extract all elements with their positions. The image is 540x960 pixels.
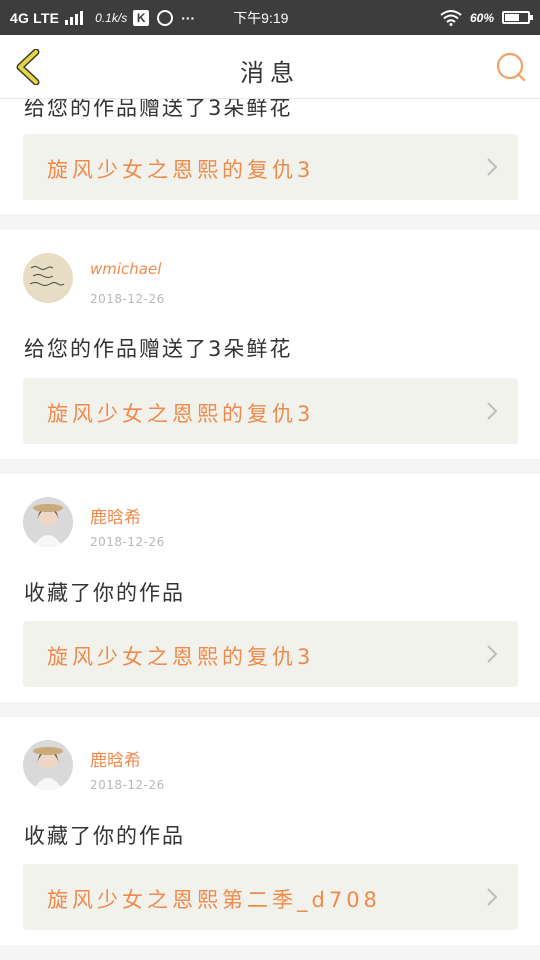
chevron-right-icon (487, 158, 498, 176)
work-title: 旋风少女之恩熙的复仇3 (47, 402, 315, 426)
avatar[interactable] (23, 740, 73, 790)
status-bar: 4G LTE 0.1k/s K ··· 下午9:19 60% (0, 0, 540, 35)
battery-percent: 60% (469, 10, 494, 25)
message-card: wmichael 2018-12-26 给您的作品赠送了3朵鲜花 旋风少女之恩熙… (0, 230, 540, 459)
k-app-icon: K (133, 9, 150, 26)
message-text: 给您的作品赠送了3朵鲜花 (24, 337, 293, 361)
message-card: 鹿晗希 2018-12-26 收藏了你的作品 旋风少女之恩熙的复仇3 (0, 474, 540, 702)
chevron-right-icon (487, 645, 498, 663)
message-list[interactable]: 给您的作品赠送了3朵鲜花 旋风少女之恩熙的复仇3 wmichael 2018-1… (0, 99, 540, 960)
network-type: 4G LTE (10, 9, 60, 26)
work-link[interactable]: 旋风少女之恩熙第二季_d708 (23, 864, 518, 930)
message-date: 2018-12-26 (90, 292, 165, 306)
message-card: 鹿晗希 2018-12-26 收藏了你的作品 旋风少女之恩熙第二季_d708 (0, 717, 540, 945)
work-title: 旋风少女之恩熙第二季_d708 (47, 888, 381, 912)
avatar[interactable] (23, 253, 73, 303)
search-icon[interactable] (496, 52, 526, 82)
chevron-right-icon (487, 888, 498, 906)
message-card: 给您的作品赠送了3朵鲜花 旋风少女之恩熙的复仇3 (0, 99, 540, 214)
chevron-right-icon (487, 402, 498, 420)
message-text: 收藏了你的作品 (24, 581, 185, 605)
page-title: 消息 (240, 59, 300, 87)
top-navigation-bar: 消息 (0, 35, 540, 99)
signal-icon (65, 10, 84, 25)
message-text: 收藏了你的作品 (24, 824, 185, 848)
network-speed: 0.1k/s (95, 10, 128, 25)
work-link[interactable]: 旋风少女之恩熙的复仇3 (23, 378, 518, 444)
message-date: 2018-12-26 (90, 778, 165, 792)
avatar[interactable] (23, 497, 73, 547)
battery-icon (502, 11, 533, 24)
work-link[interactable]: 旋风少女之恩熙的复仇3 (23, 621, 518, 687)
user-name[interactable]: 鹿晗希 (90, 503, 141, 528)
work-link[interactable]: 旋风少女之恩熙的复仇3 (23, 134, 518, 200)
status-time: 下午9:19 (233, 9, 289, 26)
user-name[interactable]: wmichael (90, 260, 161, 278)
work-title: 旋风少女之恩熙的复仇3 (47, 158, 315, 182)
message-text: 给您的作品赠送了3朵鲜花 (24, 99, 293, 120)
wifi-icon (440, 9, 462, 26)
more-notifications-icon: ··· (181, 9, 196, 26)
qq-icon (157, 9, 174, 26)
work-title: 旋风少女之恩熙的复仇3 (47, 645, 315, 669)
message-date: 2018-12-26 (90, 535, 165, 549)
user-name[interactable]: 鹿晗希 (90, 746, 141, 771)
